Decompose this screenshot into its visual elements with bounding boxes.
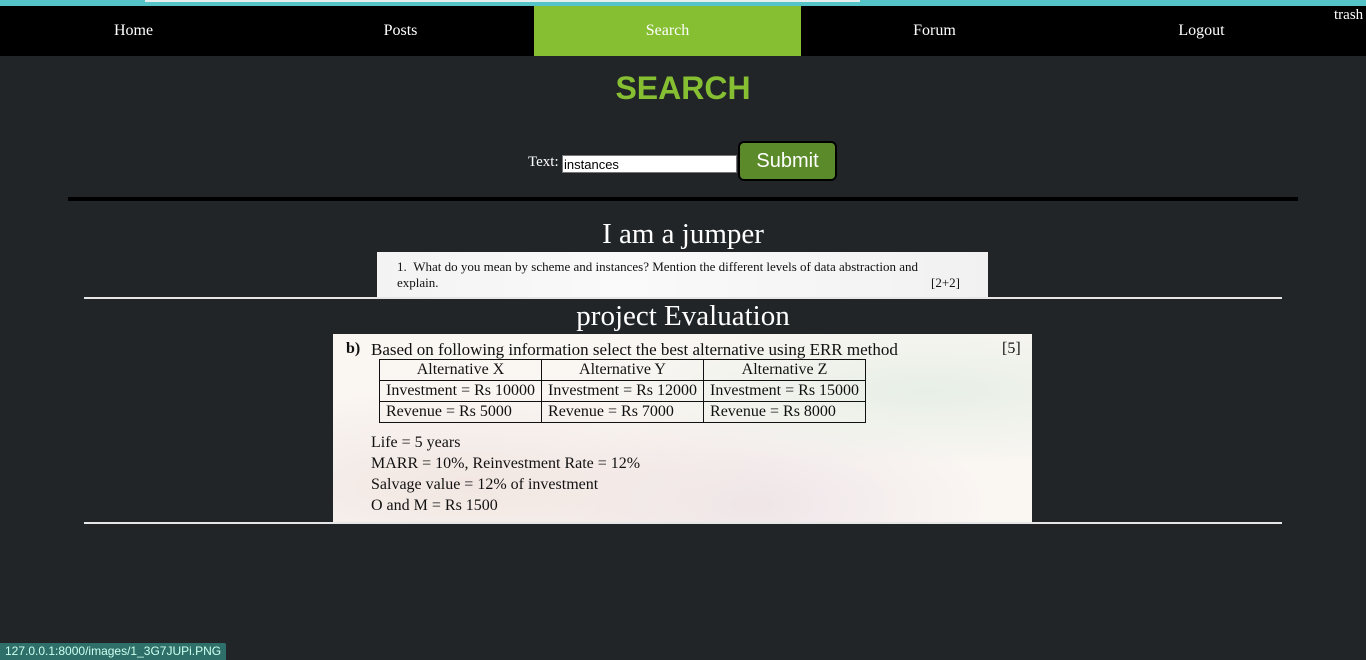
divider-thick bbox=[68, 197, 1298, 201]
table-header: Alternative Y bbox=[541, 359, 705, 381]
divider-thin bbox=[84, 522, 1282, 524]
page-title: SEARCH bbox=[615, 70, 751, 106]
table-cell: Investment = Rs 12000 bbox=[541, 380, 705, 402]
search-input[interactable] bbox=[562, 155, 737, 173]
table-row: Revenue = Rs 5000 Revenue = Rs 7000 Reve… bbox=[378, 401, 867, 423]
question-body: What do you mean by scheme and instances… bbox=[397, 259, 919, 290]
nav-posts[interactable]: Posts bbox=[267, 6, 534, 56]
nav-home[interactable]: Home bbox=[0, 6, 267, 56]
problem-label: b) bbox=[346, 340, 361, 357]
problem-lead: Based on following information select th… bbox=[371, 340, 898, 359]
question-text: 1. What do you mean by scheme and instan… bbox=[397, 259, 937, 291]
question-number: 1. bbox=[397, 259, 407, 274]
nav-search[interactable]: Search bbox=[534, 6, 801, 56]
submit-button[interactable]: Submit bbox=[738, 141, 837, 181]
table-cell: Revenue = Rs 5000 bbox=[378, 401, 543, 423]
fact-line: MARR = 10%, Reinvestment Rate = 12% bbox=[371, 455, 641, 472]
trash-link[interactable]: trash bbox=[1334, 7, 1363, 24]
table-cell: Investment = Rs 10000 bbox=[378, 380, 543, 402]
nav-logout[interactable]: Logout bbox=[1068, 6, 1335, 56]
fact-line: O and M = Rs 1500 bbox=[371, 497, 498, 514]
browser-top-strip-highlight bbox=[145, 0, 860, 2]
table-row: Investment = Rs 10000 Investment = Rs 12… bbox=[378, 380, 867, 402]
status-bar-url: 127.0.0.1:8000/images/1_3G7JUPi.PNG bbox=[0, 643, 227, 660]
table-header: Alternative Z bbox=[703, 359, 867, 381]
problem-facts: Life = 5 years MARR = 10%, Reinvestment … bbox=[371, 432, 640, 516]
result-image-problem[interactable]: b) Based on following information select… bbox=[333, 334, 1032, 523]
problem-marks: [5] bbox=[1002, 340, 1021, 357]
nav-forum[interactable]: Forum bbox=[801, 6, 1068, 56]
fact-line: Salvage value = 12% of investment bbox=[371, 476, 599, 493]
result-title[interactable]: I am a jumper bbox=[0, 218, 1366, 251]
question-marks: [2+2] bbox=[931, 275, 960, 290]
result-title[interactable]: project Evaluation bbox=[0, 300, 1366, 333]
alternatives-table: Alternative X Alternative Y Alternative … bbox=[378, 359, 867, 423]
search-label: Text: bbox=[528, 154, 559, 170]
divider-thin bbox=[84, 297, 1282, 299]
main-navigation: Home Posts Search Forum Logout bbox=[0, 6, 1366, 56]
table-cell: Revenue = Rs 7000 bbox=[541, 401, 705, 423]
result-image-question[interactable]: 1. What do you mean by scheme and instan… bbox=[377, 252, 988, 297]
table-header: Alternative X bbox=[378, 359, 543, 381]
table-cell: Revenue = Rs 8000 bbox=[703, 401, 867, 423]
table-cell: Investment = Rs 15000 bbox=[703, 380, 867, 402]
fact-line: Life = 5 years bbox=[371, 434, 461, 451]
